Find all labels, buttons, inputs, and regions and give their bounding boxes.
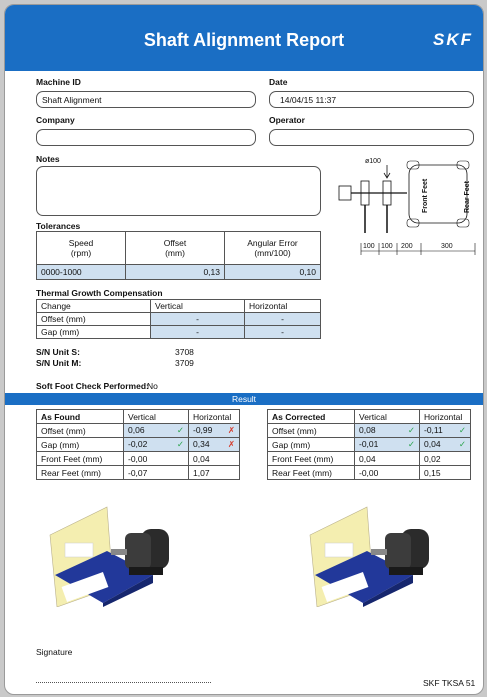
company-label: Company xyxy=(36,115,75,125)
as-found-row-label: Offset (mm) xyxy=(36,423,124,438)
report-header: Shaft Alignment Report SKF xyxy=(5,5,483,71)
dim-1: 100 xyxy=(363,243,375,250)
as-corrected-cell: -0,11 ✓ xyxy=(419,423,471,438)
thermal-header-change: Change xyxy=(36,299,151,313)
machine-diagram: ø100 Front Feet Rear Feet 100 100 200 30… xyxy=(338,158,476,255)
sn-unit-s-label: S/N Unit S: xyxy=(36,347,80,357)
thermal-header-vertical: Vertical xyxy=(150,299,245,313)
as-found-cell: -0,07 xyxy=(123,465,189,480)
as-found-cell: 0,04 xyxy=(188,451,240,466)
thermal-cell: - xyxy=(244,325,321,339)
dim-3: 200 xyxy=(401,243,413,250)
as-found-row-label: Gap (mm) xyxy=(36,437,124,452)
thermal-cell: - xyxy=(150,325,245,339)
tol-offset-value: 0,13 xyxy=(125,264,225,280)
check-icon: ✓ xyxy=(176,439,184,449)
soft-foot-value: No xyxy=(147,381,158,391)
as-found-table: As Found Vertical Horizontal Offset (mm)… xyxy=(36,409,240,480)
tol-angular-value: 0,10 xyxy=(224,264,321,280)
machine-id-label: Machine ID xyxy=(36,77,81,87)
as-found-title: As Found xyxy=(36,409,124,424)
as-corrected-illustration xyxy=(309,506,429,607)
report-page: Shaft Alignment Report SKF Machine ID Sh… xyxy=(4,4,484,695)
cross-icon: ✗ xyxy=(227,425,235,435)
date-field[interactable]: 14/04/15 11:37 xyxy=(269,91,474,108)
result-bar: Result xyxy=(5,393,483,405)
thermal-header-horizontal: Horizontal xyxy=(244,299,321,313)
as-corrected-cell: 0,04 xyxy=(354,451,420,466)
as-corrected-table: As Corrected Vertical Horizontal Offset … xyxy=(267,409,471,480)
as-corrected-cell: 0,08 ✓ xyxy=(354,423,420,438)
operator-field[interactable] xyxy=(269,129,474,146)
check-icon: ✓ xyxy=(407,425,415,435)
sn-unit-m-label: S/N Unit M: xyxy=(36,358,82,368)
thermal-cell: - xyxy=(150,312,245,326)
date-label: Date xyxy=(269,77,288,87)
as-corrected-title: As Corrected xyxy=(267,409,355,424)
as-corrected-row-label: Front Feet (mm) xyxy=(267,451,355,466)
check-icon: ✓ xyxy=(458,439,466,449)
notes-label: Notes xyxy=(36,154,60,164)
tol-header-speed: Speed (rpm) xyxy=(36,231,126,265)
model-label: SKF TKSA 51 xyxy=(423,678,476,688)
thermal-table: Change Vertical Horizontal Offset (mm) -… xyxy=(36,299,321,339)
sn-unit-s-value: 3708 xyxy=(175,347,194,357)
tolerances-table: Speed (rpm) Offset (mm) Angular Error (m… xyxy=(36,231,321,280)
dim-2: 100 xyxy=(381,243,393,250)
tol-header-offset: Offset (mm) xyxy=(125,231,225,265)
as-found-cell: 0,06 ✓ xyxy=(123,423,189,438)
as-found-row-label: Front Feet (mm) xyxy=(36,451,124,466)
dim-4: 300 xyxy=(441,243,453,250)
as-corrected-row-label: Gap (mm) xyxy=(267,437,355,452)
skf-logo: SKF xyxy=(433,30,473,49)
as-found-cell: 0,34 ✗ xyxy=(188,437,240,452)
check-icon: ✓ xyxy=(458,425,466,435)
as-corrected-row-label: Rear Feet (mm) xyxy=(267,465,355,480)
motor-body-shape xyxy=(408,164,468,224)
rear-feet-label: Rear Feet xyxy=(464,180,471,213)
as-corrected-cell: -0,00 xyxy=(354,465,420,480)
company-field[interactable] xyxy=(36,129,256,146)
as-corrected-cell: 0,02 xyxy=(419,451,471,466)
as-found-row-label: Rear Feet (mm) xyxy=(36,465,124,480)
check-icon: ✓ xyxy=(407,439,415,449)
as-found-cell: -0,02 ✓ xyxy=(123,437,189,452)
as-found-illustration xyxy=(49,506,169,607)
sn-unit-m-value: 3709 xyxy=(175,358,194,368)
thermal-row-label: Offset (mm) xyxy=(36,312,151,326)
as-corrected-cell: 0,04 ✓ xyxy=(419,437,471,452)
signature-label: Signature xyxy=(36,647,73,657)
machine-id-field[interactable]: Shaft Alignment xyxy=(36,91,256,108)
check-icon: ✓ xyxy=(176,425,184,435)
as-found-cell: -0,00 xyxy=(123,451,189,466)
report-title: Shaft Alignment Report xyxy=(143,30,345,50)
soft-foot-label: Soft Foot Check Performed: xyxy=(36,381,149,391)
thermal-cell: - xyxy=(244,312,321,326)
tol-speed-value: 0000-1000 xyxy=(36,264,126,280)
cross-icon: ✗ xyxy=(227,439,235,449)
diameter-label: ø100 xyxy=(365,158,381,165)
as-found-header-horizontal: Horizontal xyxy=(188,409,240,424)
tol-header-angular: Angular Error (mm/100) xyxy=(224,231,321,265)
left-motor-shape xyxy=(338,185,352,201)
as-found-cell: -0,99 ✗ xyxy=(188,423,240,438)
as-corrected-header-vertical: Vertical xyxy=(354,409,420,424)
operator-label: Operator xyxy=(269,115,305,125)
as-corrected-cell: -0,01 ✓ xyxy=(354,437,420,452)
signature-line[interactable] xyxy=(36,682,211,683)
as-corrected-row-label: Offset (mm) xyxy=(267,423,355,438)
front-feet-label: Front Feet xyxy=(422,178,429,213)
thermal-row-label: Gap (mm) xyxy=(36,325,151,339)
as-found-cell: 1,07 xyxy=(188,465,240,480)
thermal-title: Thermal Growth Compensation xyxy=(36,288,163,298)
as-corrected-header-horizontal: Horizontal xyxy=(419,409,471,424)
as-found-header-vertical: Vertical xyxy=(123,409,189,424)
as-corrected-cell: 0,15 xyxy=(419,465,471,480)
tolerances-title: Tolerances xyxy=(36,221,81,231)
notes-field[interactable] xyxy=(36,166,321,216)
